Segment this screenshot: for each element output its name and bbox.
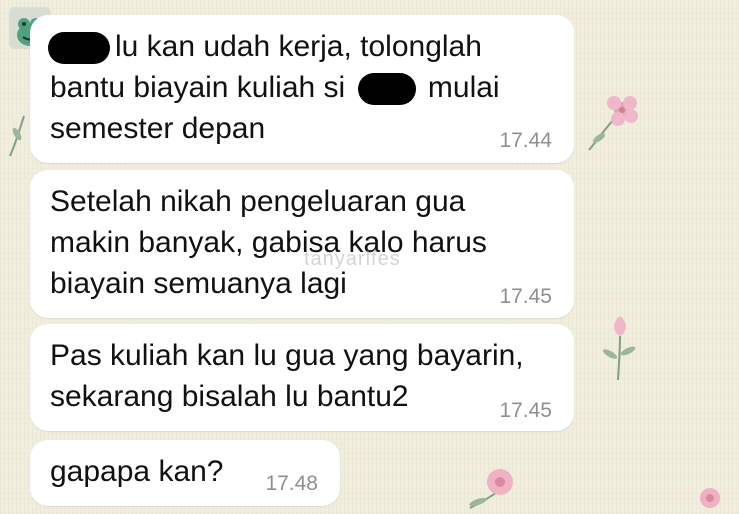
message-line-2-part-1: bantu biayain kuliah si	[50, 71, 346, 104]
message-line-1: Setelah nikah pengeluaran gua	[50, 185, 466, 218]
leaf-sprig-icon	[9, 115, 25, 157]
message-line-1: lu kan udah kerja, tolonglah	[115, 30, 482, 63]
pink-flower-icon	[602, 316, 636, 381]
small-pink-flower-icon	[700, 488, 720, 508]
pink-flower-icon	[588, 96, 638, 151]
message-line-3: biayain semuanya lagi	[50, 267, 347, 300]
message-line-2: sekarang bisalah lu bantu2	[50, 380, 409, 413]
message-line-2: makin banyak, gabisa kalo harus	[50, 226, 487, 259]
message-timestamp: 17.45	[499, 399, 552, 422]
message-bubble[interactable]: Pas kuliah kan lu gua yang bayarin, seka…	[30, 324, 574, 431]
message-bubble[interactable]: gapapa kan? 17.48	[30, 440, 340, 506]
message-timestamp: 17.44	[499, 129, 552, 152]
message-line-1: gapapa kan?	[50, 455, 224, 488]
message-timestamp: 17.45	[499, 285, 552, 308]
message-line-1: Pas kuliah kan lu gua yang bayarin,	[50, 339, 524, 372]
redaction-mark	[357, 73, 416, 106]
watermark: tanyarlfes	[304, 248, 401, 270]
message-text: Setelah nikah pengeluaran gua makin bany…	[50, 181, 487, 304]
message-bubble[interactable]: lu kan udah kerja, tolonglah bantu biaya…	[30, 15, 574, 163]
message-line-2-part-2: mulai	[427, 71, 500, 104]
message-timestamp: 17.48	[265, 472, 318, 495]
message-text: gapapa kan?	[50, 451, 224, 492]
message-bubble[interactable]: Setelah nikah pengeluaran gua makin bany…	[30, 170, 574, 318]
message-line-3: semester depan	[50, 112, 266, 145]
message-text: lu kan udah kerja, tolonglah bantu biaya…	[48, 26, 500, 149]
message-text: Pas kuliah kan lu gua yang bayarin, seka…	[50, 335, 524, 417]
pink-flower-icon	[469, 469, 513, 509]
redaction-mark	[48, 32, 110, 65]
